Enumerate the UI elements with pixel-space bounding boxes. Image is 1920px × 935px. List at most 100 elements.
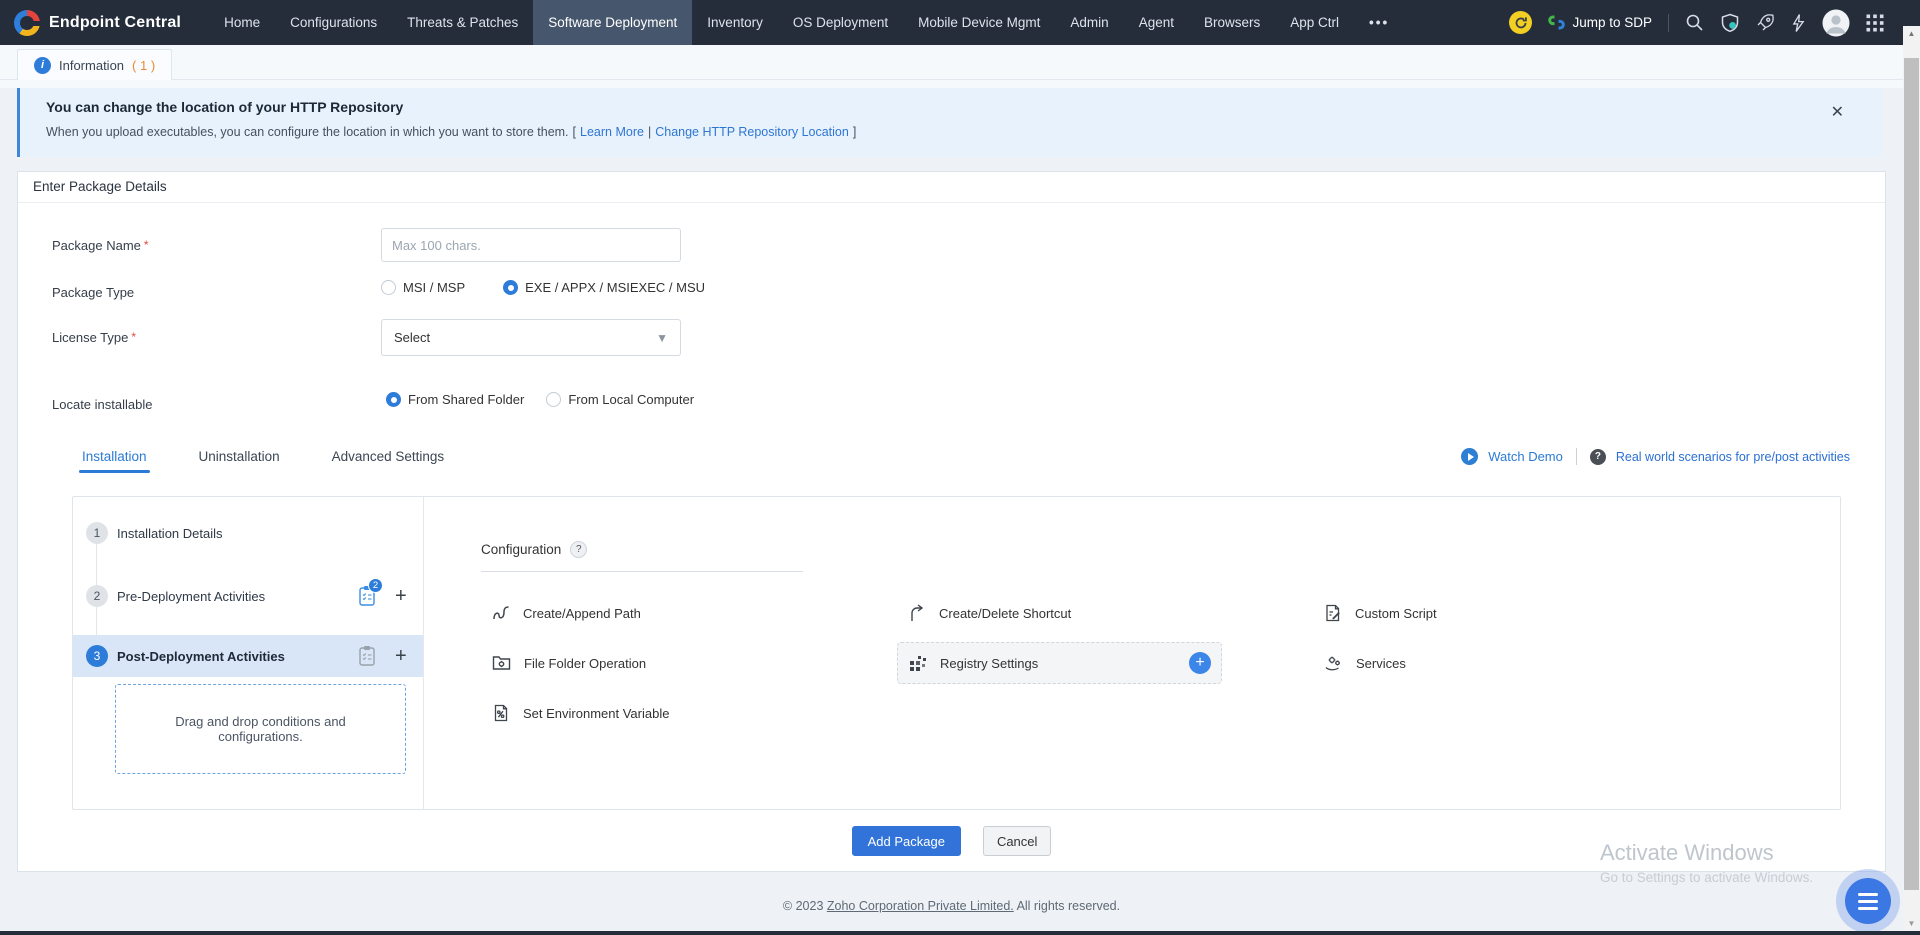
package-type-options: MSI / MSP EXE / APPX / MSIEXEC / MSU bbox=[381, 280, 705, 295]
step-post-deployment[interactable]: 3 Post-Deployment Activities + bbox=[73, 635, 423, 677]
nav-item-home[interactable]: Home bbox=[209, 0, 275, 45]
config-file-folder-operation[interactable]: File Folder Operation bbox=[481, 654, 897, 672]
scenarios-link[interactable]: Real world scenarios for pre/post activi… bbox=[1616, 450, 1850, 464]
config-registry-settings[interactable]: Registry Settings + bbox=[897, 642, 1222, 684]
sdp-logo-icon bbox=[1548, 14, 1565, 31]
security-shield-icon[interactable] bbox=[1720, 13, 1740, 33]
nav-item-browsers[interactable]: Browsers bbox=[1189, 0, 1275, 45]
scroll-up-arrow[interactable]: ▲ bbox=[1903, 29, 1920, 38]
config-create-delete-shortcut[interactable]: Create/Delete Shortcut bbox=[897, 604, 1313, 622]
package-name-label: Package Name* bbox=[52, 238, 149, 253]
radio-circle bbox=[381, 280, 396, 295]
refresh-icon[interactable] bbox=[1509, 11, 1532, 34]
scroll-down-arrow[interactable]: ▼ bbox=[1903, 919, 1920, 928]
whats-new-rocket-icon[interactable] bbox=[1756, 13, 1775, 32]
http-repository-banner: You can change the location of your HTTP… bbox=[17, 88, 1882, 157]
shortcut-icon bbox=[908, 604, 926, 622]
bottom-edge-strip bbox=[0, 931, 1920, 935]
search-icon[interactable] bbox=[1685, 13, 1704, 32]
locate-options: From Shared Folder From Local Computer bbox=[386, 392, 694, 407]
panel-title: Enter Package Details bbox=[18, 172, 1885, 203]
nav-item-agent[interactable]: Agent bbox=[1124, 0, 1189, 45]
tab-information[interactable]: i Information ( 1 ) bbox=[17, 49, 172, 80]
add-pre-deployment-button[interactable]: + bbox=[395, 586, 407, 606]
config-custom-script[interactable]: Custom Script bbox=[1313, 604, 1729, 622]
vertical-scrollbar[interactable]: ▲ ▼ bbox=[1903, 26, 1920, 935]
deployment-stepper: 1 Installation Details 2 Pre-Deployment … bbox=[73, 497, 424, 809]
play-icon bbox=[1461, 448, 1478, 465]
aux-divider bbox=[1576, 448, 1577, 465]
nav-item-app-ctrl[interactable]: App Ctrl bbox=[1275, 0, 1354, 45]
nav-divider bbox=[1668, 14, 1669, 32]
package-name-input[interactable] bbox=[381, 228, 681, 262]
radio-exe-appx[interactable]: EXE / APPX / MSIEXEC / MSU bbox=[503, 280, 705, 295]
config-services[interactable]: Services bbox=[1313, 654, 1729, 672]
configuration-help-icon[interactable]: ? bbox=[570, 541, 587, 558]
activities-box: 1 Installation Details 2 Pre-Deployment … bbox=[72, 496, 1841, 810]
registry-icon bbox=[909, 654, 927, 672]
radio-from-shared-folder[interactable]: From Shared Folder bbox=[386, 392, 524, 407]
learn-more-link[interactable]: Learn More bbox=[580, 125, 644, 139]
nav-right-actions: Jump to SDP bbox=[1509, 9, 1920, 37]
path-icon bbox=[492, 604, 510, 622]
locate-installable-label: Locate installable bbox=[52, 397, 152, 412]
script-icon bbox=[1324, 604, 1342, 622]
license-type-label: License Type* bbox=[52, 330, 136, 345]
information-count-badge: ( 1 ) bbox=[132, 58, 155, 73]
post-deployment-list-icon[interactable] bbox=[357, 645, 377, 667]
nav-more-menu[interactable]: ••• bbox=[1354, 0, 1404, 45]
tab-uninstallation[interactable]: Uninstallation bbox=[199, 449, 280, 473]
change-http-repository-link[interactable]: Change HTTP Repository Location bbox=[655, 125, 849, 139]
radio-msi-msp[interactable]: MSI / MSP bbox=[381, 280, 465, 295]
config-set-environment-variable[interactable]: Set Environment Variable bbox=[481, 704, 897, 722]
nav-item-inventory[interactable]: Inventory bbox=[692, 0, 778, 45]
nav-item-threats-patches[interactable]: Threats & Patches bbox=[392, 0, 533, 45]
brand[interactable]: Endpoint Central bbox=[0, 10, 209, 36]
banner-body: When you upload executables, you can con… bbox=[46, 125, 860, 139]
scrollbar-thumb[interactable] bbox=[1904, 58, 1919, 890]
nav-item-mobile-device-mgmt[interactable]: Mobile Device Mgmt bbox=[903, 0, 1055, 45]
nav-item-configurations[interactable]: Configurations bbox=[275, 0, 392, 45]
configuration-grid: Create/Append Path Create/Delete Shortcu… bbox=[481, 588, 1729, 738]
add-package-button[interactable]: Add Package bbox=[852, 826, 961, 856]
drag-drop-zone[interactable]: Drag and drop conditions and configurati… bbox=[115, 684, 406, 774]
step-pre-deployment[interactable]: 2 Pre-Deployment Activities 2 + bbox=[73, 575, 423, 617]
apps-grid-icon[interactable] bbox=[1866, 14, 1884, 32]
zoho-link[interactable]: Zoho Corporation Private Limited. bbox=[827, 899, 1014, 913]
quick-menu-fab[interactable] bbox=[1845, 878, 1891, 924]
step-installation-details[interactable]: 1 Installation Details bbox=[73, 515, 423, 551]
package-details-panel: Enter Package Details Package Name* Pack… bbox=[17, 171, 1886, 872]
tab-installation[interactable]: Installation bbox=[82, 449, 147, 473]
pre-deployment-list-icon[interactable]: 2 bbox=[357, 585, 377, 607]
copyright-footer: © 2023 Zoho Corporation Private Limited.… bbox=[0, 899, 1903, 913]
folder-gear-icon bbox=[492, 654, 511, 672]
hamburger-icon bbox=[1858, 893, 1878, 896]
chevron-down-icon: ▼ bbox=[656, 331, 668, 345]
user-avatar[interactable] bbox=[1822, 9, 1850, 37]
add-post-deployment-button[interactable]: + bbox=[395, 646, 407, 666]
add-registry-settings-button[interactable]: + bbox=[1189, 652, 1211, 674]
help-icon: ? bbox=[1590, 449, 1606, 465]
env-variable-icon bbox=[492, 704, 510, 722]
tab-advanced-settings[interactable]: Advanced Settings bbox=[332, 449, 445, 473]
cancel-button[interactable]: Cancel bbox=[983, 826, 1051, 856]
close-icon[interactable]: ✕ bbox=[1831, 102, 1844, 122]
jump-to-sdp-button[interactable]: Jump to SDP bbox=[1548, 14, 1652, 31]
info-tab-strip: i Information ( 1 ) bbox=[0, 45, 1903, 88]
watch-demo-link[interactable]: Watch Demo bbox=[1488, 449, 1563, 464]
fab-halo bbox=[1836, 869, 1900, 933]
quick-actions-bolt-icon[interactable] bbox=[1791, 13, 1806, 33]
brand-name: Endpoint Central bbox=[49, 14, 181, 32]
radio-circle-checked bbox=[503, 280, 518, 295]
nav-item-software-deployment[interactable]: Software Deployment bbox=[533, 0, 692, 45]
banner-title: You can change the location of your HTTP… bbox=[46, 99, 403, 115]
nav-item-os-deployment[interactable]: OS Deployment bbox=[778, 0, 903, 45]
nav-item-admin[interactable]: Admin bbox=[1055, 0, 1123, 45]
services-icon bbox=[1324, 654, 1343, 672]
license-type-select[interactable]: Select ▼ bbox=[381, 319, 681, 356]
information-icon: i bbox=[34, 57, 51, 74]
install-tabs: Installation Uninstallation Advanced Set… bbox=[82, 449, 444, 473]
form-actions: Add Package Cancel bbox=[18, 826, 1885, 856]
config-create-append-path[interactable]: Create/Append Path bbox=[481, 604, 897, 622]
radio-from-local-computer[interactable]: From Local Computer bbox=[546, 392, 694, 407]
